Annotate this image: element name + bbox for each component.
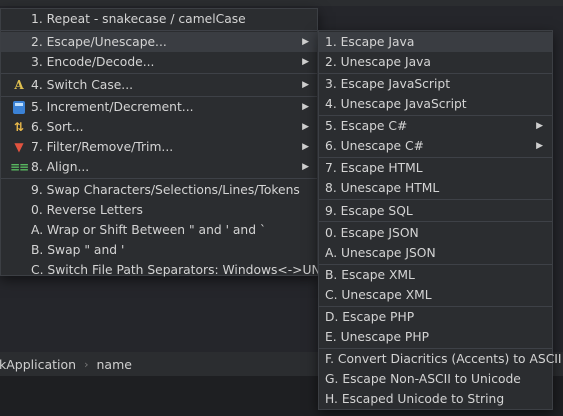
menu-item-label: E. Unescape PHP: [325, 330, 430, 344]
menu-item-label: F. Convert Diacritics (Accents) to ASCII: [325, 352, 562, 366]
align-icon: ≡≡: [9, 160, 29, 174]
menu-item-align[interactable]: ≡≡ 8. Align... ▶: [1, 157, 317, 177]
menu-separator: [1, 30, 317, 31]
calculator-icon: [13, 101, 25, 114]
menu-item-escape-unescape[interactable]: 2. Escape/Unescape... ▶: [1, 32, 317, 52]
menu-item-label: H. Escaped Unicode to String: [325, 392, 505, 406]
menu-item-swap-characters[interactable]: 9. Swap Characters/Selections/Lines/Toke…: [1, 180, 317, 200]
menu-item-label: C. Switch File Path Separators: Windows<…: [31, 263, 333, 277]
submenu-item-convert-diacritics[interactable]: F. Convert Diacritics (Accents) to ASCII: [319, 349, 562, 369]
menu-separator: [1, 178, 317, 179]
menu-item-label: 8. Align...: [31, 160, 90, 174]
submenu-item-unescape-csharp[interactable]: 6. Unescape C# ▶: [319, 136, 552, 156]
submenu-arrow-icon: ▶: [536, 121, 543, 131]
menu-item-label: 4. Unescape JavaScript: [325, 97, 467, 111]
string-manipulation-menu: 1. Repeat - snakecase / camelCase 2. Esc…: [0, 8, 333, 277]
submenu-item-escaped-unicode-to-string[interactable]: H. Escaped Unicode to String: [319, 389, 552, 409]
menu-item-label: 8. Unescape HTML: [325, 181, 440, 195]
submenu-arrow-icon: ▶: [302, 122, 309, 132]
submenu-item-unescape-json[interactable]: A. Unescape JSON: [319, 243, 552, 263]
menu-item-filter[interactable]: ▼ 7. Filter/Remove/Trim... ▶: [1, 137, 317, 157]
menu-item-label: 7. Escape HTML: [325, 161, 423, 175]
menu-item-repeat[interactable]: 1. Repeat - snakecase / camelCase: [1, 9, 317, 29]
switch-case-icon: A: [14, 78, 24, 92]
menu-item-label: B. Escape XML: [325, 268, 415, 282]
menu-item-label: B. Swap " and ': [31, 243, 125, 257]
menu-item-switch-case[interactable]: A 4. Switch Case... ▶: [1, 75, 317, 95]
submenu-item-unescape-java[interactable]: 2. Unescape Java: [319, 52, 552, 72]
filter-icon: ▼: [14, 140, 24, 154]
submenu-arrow-icon: ▶: [302, 37, 309, 47]
submenu-item-unescape-javascript[interactable]: 4. Unescape JavaScript: [319, 94, 552, 114]
menu-item-label: 6. Unescape C#: [325, 139, 424, 153]
submenu-item-unescape-php[interactable]: E. Unescape PHP: [319, 327, 552, 347]
submenu-item-escape-csharp[interactable]: 5. Escape C# ▶: [319, 116, 552, 136]
menu-item-label: 0. Reverse Letters: [31, 203, 143, 217]
submenu-item-escape-javascript[interactable]: 3. Escape JavaScript: [319, 74, 552, 94]
menu-item-label: 3. Encode/Decode...: [31, 55, 155, 69]
menu-item-label: 2. Unescape Java: [325, 55, 431, 69]
menu-item-reverse-letters[interactable]: 0. Reverse Letters: [1, 200, 317, 220]
menu-item-label: 6. Sort...: [31, 120, 84, 134]
submenu-item-escape-php[interactable]: D. Escape PHP: [319, 307, 552, 327]
submenu-arrow-icon: ▶: [302, 162, 309, 172]
menu-item-switch-path-separators[interactable]: C. Switch File Path Separators: Windows<…: [1, 260, 333, 280]
menu-item-wrap-shift-quotes[interactable]: A. Wrap or Shift Between " and ' and `: [1, 220, 317, 240]
submenu-item-escape-non-ascii[interactable]: G. Escape Non-ASCII to Unicode: [319, 369, 552, 389]
submenu-arrow-icon: ▶: [302, 142, 309, 152]
submenu-arrow-icon: ▶: [302, 102, 309, 112]
menu-item-encode-decode[interactable]: 3. Encode/Decode... ▶: [1, 52, 317, 72]
menu-item-label: 1. Escape Java: [325, 35, 415, 49]
submenu-arrow-icon: ▶: [302, 57, 309, 67]
menu-item-label: 5. Increment/Decrement...: [31, 100, 194, 114]
submenu-item-escape-json[interactable]: 0. Escape JSON: [319, 223, 552, 243]
menu-item-label: 7. Filter/Remove/Trim...: [31, 140, 174, 154]
menu-item-label: C. Unescape XML: [325, 288, 432, 302]
menu-separator: [1, 73, 317, 74]
submenu-item-unescape-html[interactable]: 8. Unescape HTML: [319, 178, 552, 198]
breadcrumb-separator-icon: ›: [84, 357, 89, 371]
menu-item-label: 9. Escape SQL: [325, 204, 413, 218]
submenu-item-escape-java[interactable]: 1. Escape Java: [319, 32, 552, 52]
menu-item-label: 4. Switch Case...: [31, 78, 134, 92]
submenu-item-unescape-xml[interactable]: C. Unescape XML: [319, 285, 552, 305]
submenu-item-escape-html[interactable]: 7. Escape HTML: [319, 158, 552, 178]
submenu-arrow-icon: ▶: [302, 80, 309, 90]
menu-item-sort[interactable]: ⇅ 6. Sort... ▶: [1, 117, 317, 137]
menu-item-label: G. Escape Non-ASCII to Unicode: [325, 372, 521, 386]
submenu-arrow-icon: ▶: [536, 141, 543, 151]
submenu-item-escape-sql[interactable]: 9. Escape SQL: [319, 201, 552, 221]
menu-item-label: A. Unescape JSON: [325, 246, 436, 260]
menu-item-swap-quotes[interactable]: B. Swap " and ': [1, 240, 317, 260]
breadcrumb-field[interactable]: name: [97, 357, 132, 372]
menu-item-label: 2. Escape/Unescape...: [31, 35, 167, 49]
sort-icon: ⇅: [13, 120, 25, 134]
menu-item-label: 1. Repeat - snakecase / camelCase: [31, 12, 246, 26]
menu-item-increment-decrement[interactable]: 5. Increment/Decrement... ▶: [1, 97, 317, 117]
escape-unescape-submenu: 1. Escape Java 2. Unescape Java 3. Escap…: [318, 30, 562, 410]
menu-separator: [319, 199, 552, 200]
menu-item-label: D. Escape PHP: [325, 310, 415, 324]
editor-top-strip: [0, 0, 563, 6]
menu-separator: [319, 221, 552, 222]
menu-item-label: 9. Swap Characters/Selections/Lines/Toke…: [31, 183, 300, 197]
menu-item-label: A. Wrap or Shift Between " and ' and `: [31, 223, 267, 237]
breadcrumb-class[interactable]: kApplication: [0, 357, 76, 372]
submenu-item-escape-xml[interactable]: B. Escape XML: [319, 265, 552, 285]
menu-item-label: 3. Escape JavaScript: [325, 77, 451, 91]
menu-item-label: 0. Escape JSON: [325, 226, 419, 240]
menu-item-label: 5. Escape C#: [325, 119, 408, 133]
